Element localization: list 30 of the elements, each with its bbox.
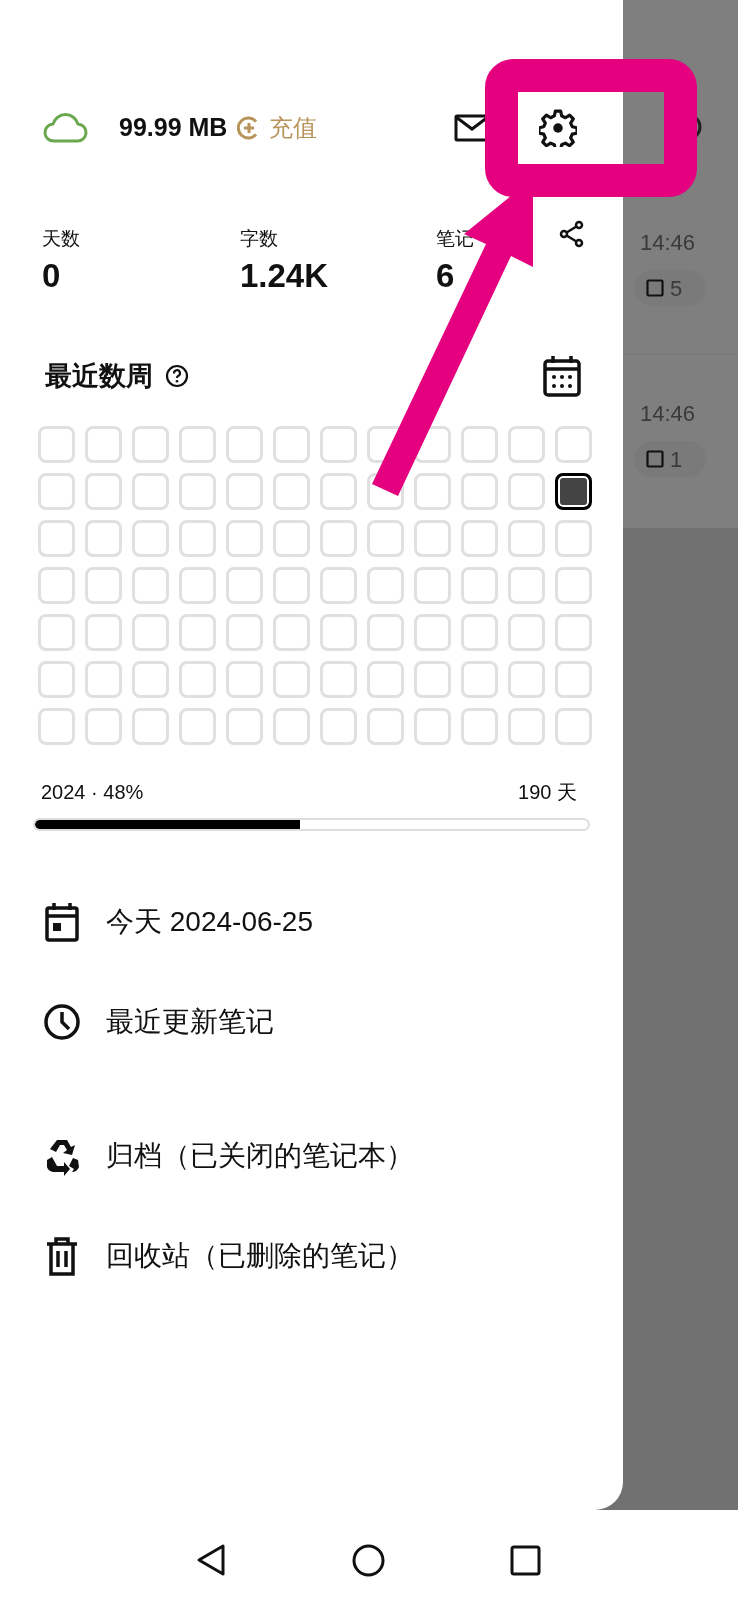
calendar-icon[interactable] xyxy=(44,902,80,942)
back-icon[interactable] xyxy=(195,1543,227,1577)
checkbox-icon xyxy=(646,279,664,297)
section-title: 最近数周 xyxy=(45,359,153,393)
home-icon[interactable] xyxy=(352,1544,385,1577)
days-count: 190 天 xyxy=(518,780,577,805)
year-progress-label: 2024 · 48% xyxy=(41,780,144,805)
stat-value: 6 xyxy=(436,256,456,296)
checklist-count: 5 xyxy=(634,270,706,306)
stat-label: 天数 xyxy=(42,227,81,251)
stat-value: 0 xyxy=(42,256,62,296)
share-icon[interactable] xyxy=(559,220,585,248)
stat-label: 字数 xyxy=(240,227,279,251)
menu-item[interactable]: 最近更新笔记 xyxy=(106,1001,274,1043)
trash-icon[interactable] xyxy=(44,1236,80,1276)
stat-value: 1.24K xyxy=(240,256,330,296)
recents-icon[interactable] xyxy=(510,1545,541,1576)
note-time: 14:46 xyxy=(640,229,697,257)
note-time: 14:46 xyxy=(640,400,697,428)
help-icon[interactable] xyxy=(165,364,189,388)
storage-amount: 99.99 MB xyxy=(119,112,228,144)
settings-icon[interactable] xyxy=(539,109,577,147)
checklist-count: 1 xyxy=(634,441,706,477)
calendar-icon[interactable] xyxy=(543,355,581,397)
clock-icon[interactable] xyxy=(44,1002,80,1042)
menu-item[interactable]: 回收站（已删除的笔记） xyxy=(106,1235,414,1277)
checkbox-icon xyxy=(646,450,664,468)
menu-item[interactable]: 归档（已关闭的笔记本） xyxy=(106,1135,414,1177)
cloud-icon[interactable] xyxy=(42,112,88,144)
menu-item[interactable]: 今天 2024-06-25 xyxy=(106,901,313,943)
